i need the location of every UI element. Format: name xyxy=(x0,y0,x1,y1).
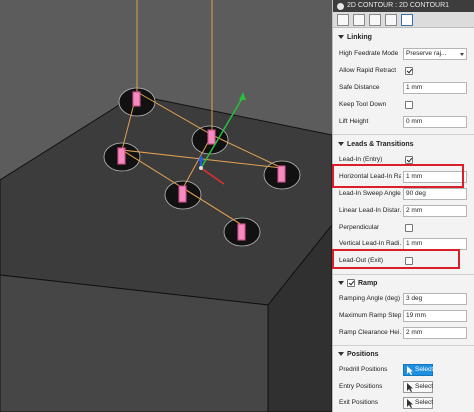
horizontal-lead-in-radius-input[interactable]: 1 mm xyxy=(403,171,467,183)
field-label: Linear Lead-In Distar... xyxy=(339,207,401,214)
cursor-arrow-icon xyxy=(407,366,413,375)
section-title: Positions xyxy=(347,350,379,358)
geometry-tab-icon[interactable] xyxy=(353,14,365,26)
ramp-clearance-height-row: Ramp Clearance Hei... 2 mm xyxy=(333,325,474,341)
lead-in-sweep-angle-input[interactable]: 90 deg xyxy=(403,188,467,200)
ramping-angle-row: Ramping Angle (deg) 3 deg xyxy=(333,291,474,307)
horizontal-lead-in-radius-row: Horizontal Lead-In Ra... 1 mm xyxy=(333,169,474,185)
lead-out-checkbox[interactable] xyxy=(405,257,413,265)
divider xyxy=(333,134,474,135)
collapse-caret-icon xyxy=(338,352,344,356)
field-label: Keep Tool Down xyxy=(339,101,387,108)
divider xyxy=(333,345,474,346)
ramp-enable-checkbox[interactable] xyxy=(347,279,355,287)
operation-panel: 2D CONTOUR : 2D CONTOUR1 Linking High Fe… xyxy=(332,0,474,412)
high-feedrate-mode-select[interactable]: Preserve raj... xyxy=(403,48,467,60)
field-label: Ramping Angle (deg) xyxy=(339,295,401,302)
exit-positions-row: Exit Positions Select xyxy=(333,395,474,411)
button-label: Select xyxy=(415,399,434,406)
field-label: Lead-Out (Exit) xyxy=(339,257,384,264)
lift-height-input[interactable]: 0 mm xyxy=(403,116,467,128)
field-label: Maximum Ramp Step... xyxy=(339,312,401,319)
field-label: Vertical Lead-In Radi... xyxy=(339,240,401,247)
leads-section-header[interactable]: Leads & Transitions xyxy=(333,137,474,151)
safe-distance-row: Safe Distance 1 mm xyxy=(333,80,474,96)
passes-tab-icon[interactable] xyxy=(385,14,397,26)
field-label: Ramp Clearance Hei... xyxy=(339,329,401,336)
button-label: Select xyxy=(415,366,434,373)
linear-lead-in-distance-row: Linear Lead-In Distar... 2 mm xyxy=(333,203,474,219)
allow-rapid-retract-row: Allow Rapid Retract xyxy=(333,63,474,79)
predrill-positions-row: Predrill Positions Select xyxy=(333,362,474,378)
safe-distance-input[interactable]: 1 mm xyxy=(403,82,467,94)
field-label: Horizontal Lead-In Ra... xyxy=(339,173,401,180)
field-label: Safe Distance xyxy=(339,84,380,91)
lead-out-row: Lead-Out (Exit) xyxy=(333,253,474,269)
tool-tab-icon[interactable] xyxy=(337,14,349,26)
field-label: Lead-In (Entry) xyxy=(339,156,383,163)
linking-tab-icon[interactable] xyxy=(401,14,413,26)
field-label: Lead-In Sweep Angle xyxy=(339,190,401,197)
keep-tool-down-checkbox[interactable] xyxy=(405,101,413,109)
lead-in-checkbox[interactable] xyxy=(405,156,413,164)
panel-titlebar: 2D CONTOUR : 2D CONTOUR1 xyxy=(333,0,474,12)
allow-rapid-retract-checkbox[interactable] xyxy=(405,67,413,75)
ramping-angle-input[interactable]: 3 deg xyxy=(403,293,467,305)
section-title: Leads & Transitions xyxy=(347,140,414,148)
collapse-caret-icon xyxy=(338,35,344,39)
field-label: Exit Positions xyxy=(339,399,379,406)
ramp-section-header[interactable]: Ramp xyxy=(333,276,474,290)
field-label: Predrill Positions xyxy=(339,366,388,373)
3d-viewport[interactable] xyxy=(0,0,332,412)
predrill-select-button[interactable]: Select xyxy=(403,364,433,376)
perpendicular-row: Perpendicular xyxy=(333,220,474,236)
linking-section-header[interactable]: Linking xyxy=(333,30,474,44)
field-label: Entry Positions xyxy=(339,383,383,390)
field-label: Lift Height xyxy=(339,118,369,125)
button-label: Select xyxy=(415,383,434,390)
field-label: Perpendicular xyxy=(339,224,380,231)
field-label: High Feedrate Mode xyxy=(339,50,399,57)
ramp-clearance-height-input[interactable]: 2 mm xyxy=(403,327,467,339)
heights-tab-icon[interactable] xyxy=(369,14,381,26)
entry-positions-row: Entry Positions Select xyxy=(333,379,474,395)
section-title: Linking xyxy=(347,33,372,41)
keep-tool-down-row: Keep Tool Down xyxy=(333,97,474,113)
perpendicular-checkbox[interactable] xyxy=(405,224,413,232)
entry-select-button[interactable]: Select xyxy=(403,381,433,393)
lead-in-row: Lead-In (Entry) xyxy=(333,152,474,168)
vertical-lead-in-radius-input[interactable]: 1 mm xyxy=(403,238,467,250)
vertical-lead-in-radius-row: Vertical Lead-In Radi... 1 mm xyxy=(333,236,474,252)
divider xyxy=(333,274,474,275)
maximum-ramp-step-row: Maximum Ramp Step... 19 mm xyxy=(333,308,474,324)
high-feedrate-mode-row: High Feedrate Mode Preserve raj... xyxy=(333,46,474,62)
cursor-arrow-icon xyxy=(407,399,413,408)
maximum-ramp-step-input[interactable]: 19 mm xyxy=(403,310,467,322)
panel-title: 2D CONTOUR : 2D CONTOUR1 xyxy=(347,2,450,9)
lift-height-row: Lift Height 0 mm xyxy=(333,114,474,130)
section-title: Ramp xyxy=(358,279,378,287)
positions-section-header[interactable]: Positions xyxy=(333,347,474,361)
model-canvas[interactable] xyxy=(0,0,332,412)
panel-icon xyxy=(337,2,344,10)
collapse-caret-icon xyxy=(338,281,344,285)
linear-lead-in-distance-input[interactable]: 2 mm xyxy=(403,205,467,217)
lead-in-sweep-angle-row: Lead-In Sweep Angle 90 deg xyxy=(333,186,474,202)
field-label: Allow Rapid Retract xyxy=(339,67,397,74)
exit-select-button[interactable]: Select xyxy=(403,397,433,409)
cursor-arrow-icon xyxy=(407,383,413,392)
panel-tabs xyxy=(333,12,474,28)
collapse-caret-icon xyxy=(338,142,344,146)
